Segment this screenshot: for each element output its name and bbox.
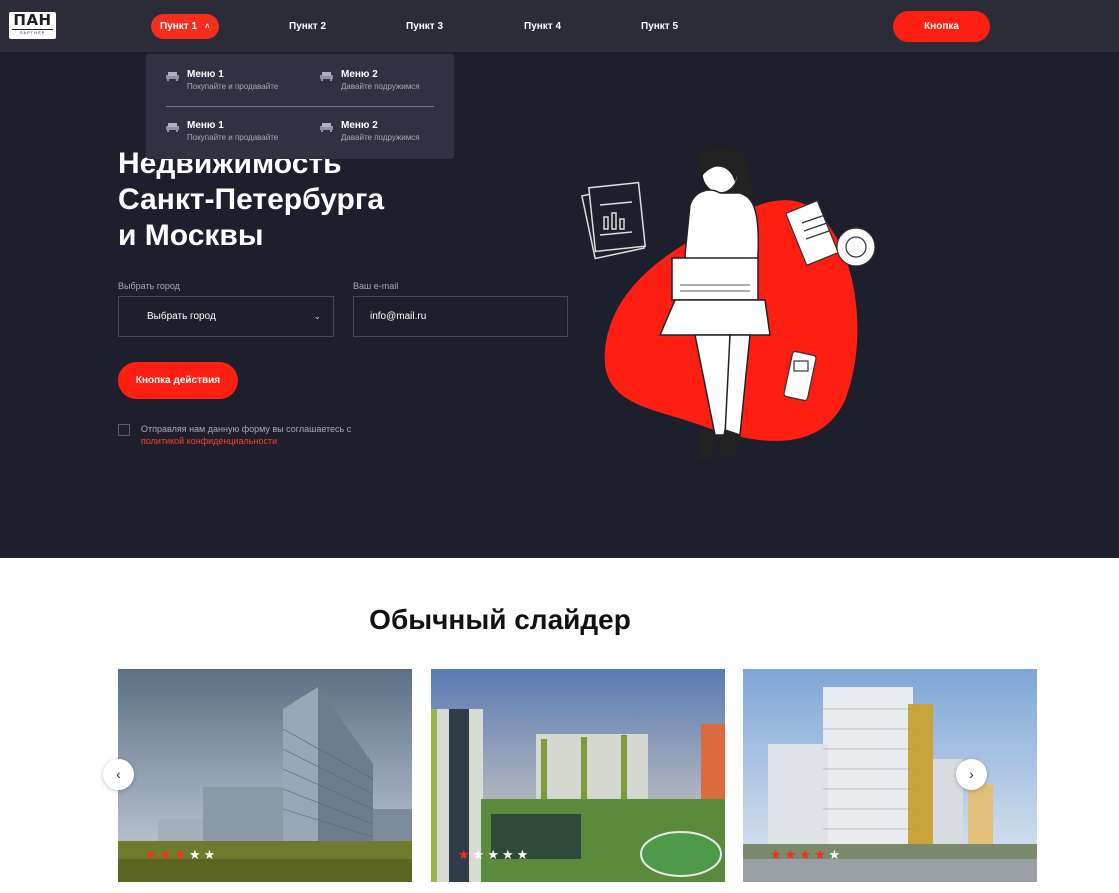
dropdown-item-subtitle: Покупайте и продавайте [187, 82, 279, 91]
sofa-icon [320, 123, 333, 132]
dropdown-item-subtitle: Давайте подружимся [341, 82, 420, 91]
hero-title-line: Санкт-Петербурга [118, 183, 385, 216]
nav-item-2[interactable]: Пункт 2 [289, 14, 326, 39]
star-empty-icon: ★ [501, 847, 514, 862]
sofa-icon [166, 123, 179, 132]
dropdown-item-title: Меню 2 [341, 120, 378, 131]
nav-item-4[interactable]: Пункт 4 [524, 14, 561, 39]
slider-prev-button[interactable]: ‹ [103, 759, 134, 790]
action-button[interactable]: Кнопка действия [118, 362, 238, 399]
card-rating: ★ ★ ★ ★ ★ [145, 846, 218, 862]
dropdown-item-subtitle: Давайте подружимся [341, 133, 420, 142]
nav-item-label: Пункт 1 [160, 21, 198, 32]
card-rating: ★ ★ ★ ★ ★ [458, 846, 531, 862]
star-empty-icon: ★ [516, 847, 529, 862]
header-cta-button[interactable]: Кнопка [893, 11, 990, 42]
email-field[interactable] [353, 296, 568, 337]
nav-item-3[interactable]: Пункт 3 [406, 14, 443, 39]
logo-main-text: ПАН [13, 11, 52, 29]
chevron-down-icon: ⌄ [313, 311, 321, 321]
slider-next-button[interactable]: › [956, 759, 987, 790]
nav-item-label: Пункт 3 [406, 21, 444, 32]
star-empty-icon: ★ [828, 847, 841, 862]
sofa-icon [320, 72, 333, 81]
hero-title: Недвижимость Санкт-Петербурга и Москвы [118, 146, 458, 254]
star-filled-icon: ★ [770, 847, 782, 862]
star-empty-icon: ★ [487, 847, 499, 862]
logo[interactable]: ПАН ПАРТНЁР [9, 12, 56, 39]
city-select[interactable]: Выбрать город ⌄ [118, 296, 334, 337]
card-rating: ★ ★ ★ ★ ★ [770, 846, 843, 862]
nav-item-label: Пункт 4 [524, 21, 562, 32]
hero-title-line: и Москвы [118, 219, 264, 252]
star-empty-icon: ★ [188, 847, 201, 862]
consent-text: Отправляя нам данную форму вы соглашаете… [141, 423, 381, 447]
dropdown-item-subtitle: Покупайте и продавайте [187, 133, 279, 142]
star-filled-icon: ★ [813, 847, 826, 862]
consent-text-main: Отправляя нам данную форму вы соглашаете… [141, 424, 352, 434]
logo-sub-text: ПАРТНЁР [12, 29, 53, 36]
nav-item-5[interactable]: Пункт 5 [641, 14, 678, 39]
city-select-value: Выбрать город [147, 311, 216, 322]
star-filled-icon: ★ [159, 847, 172, 862]
slider-section-title: Обычный слайдер [369, 604, 631, 635]
dropdown-item-title: Меню 1 [187, 69, 224, 80]
nav-dropdown-menu: Меню 1 Покупайте и продавайте Меню 2 Дав… [146, 54, 454, 159]
star-filled-icon: ★ [458, 847, 470, 862]
dropdown-item-title: Меню 1 [187, 120, 224, 131]
nav-item-label: Пункт 2 [289, 21, 327, 32]
dropdown-item-title: Меню 2 [341, 69, 378, 80]
star-filled-icon: ★ [145, 847, 157, 862]
email-label: Ваш e-mail [353, 281, 399, 291]
dropdown-divider [166, 106, 434, 107]
star-filled-icon: ★ [174, 847, 186, 862]
star-empty-icon: ★ [203, 847, 216, 862]
chevron-right-icon: › [969, 766, 974, 782]
chevron-left-icon: ‹ [116, 766, 121, 782]
woman-with-laptop-illustration [581, 148, 876, 461]
nav-item-1[interactable]: Пункт 1 ˄ [151, 14, 219, 39]
nav-item-label: Пункт 5 [641, 21, 679, 32]
chevron-up-icon: ˄ [205, 22, 210, 31]
sofa-icon [166, 72, 179, 81]
top-navigation-bar: ПАН ПАРТНЁР Пункт 1 ˄ Пункт 2 Пункт 3 Пун… [0, 0, 1119, 52]
star-filled-icon: ★ [799, 847, 811, 862]
star-filled-icon: ★ [784, 847, 797, 862]
star-empty-icon: ★ [472, 847, 485, 862]
city-label: Выбрать город [118, 281, 180, 291]
privacy-policy-link[interactable]: политикой конфиденциальности [141, 436, 277, 446]
consent-checkbox[interactable] [118, 424, 130, 436]
